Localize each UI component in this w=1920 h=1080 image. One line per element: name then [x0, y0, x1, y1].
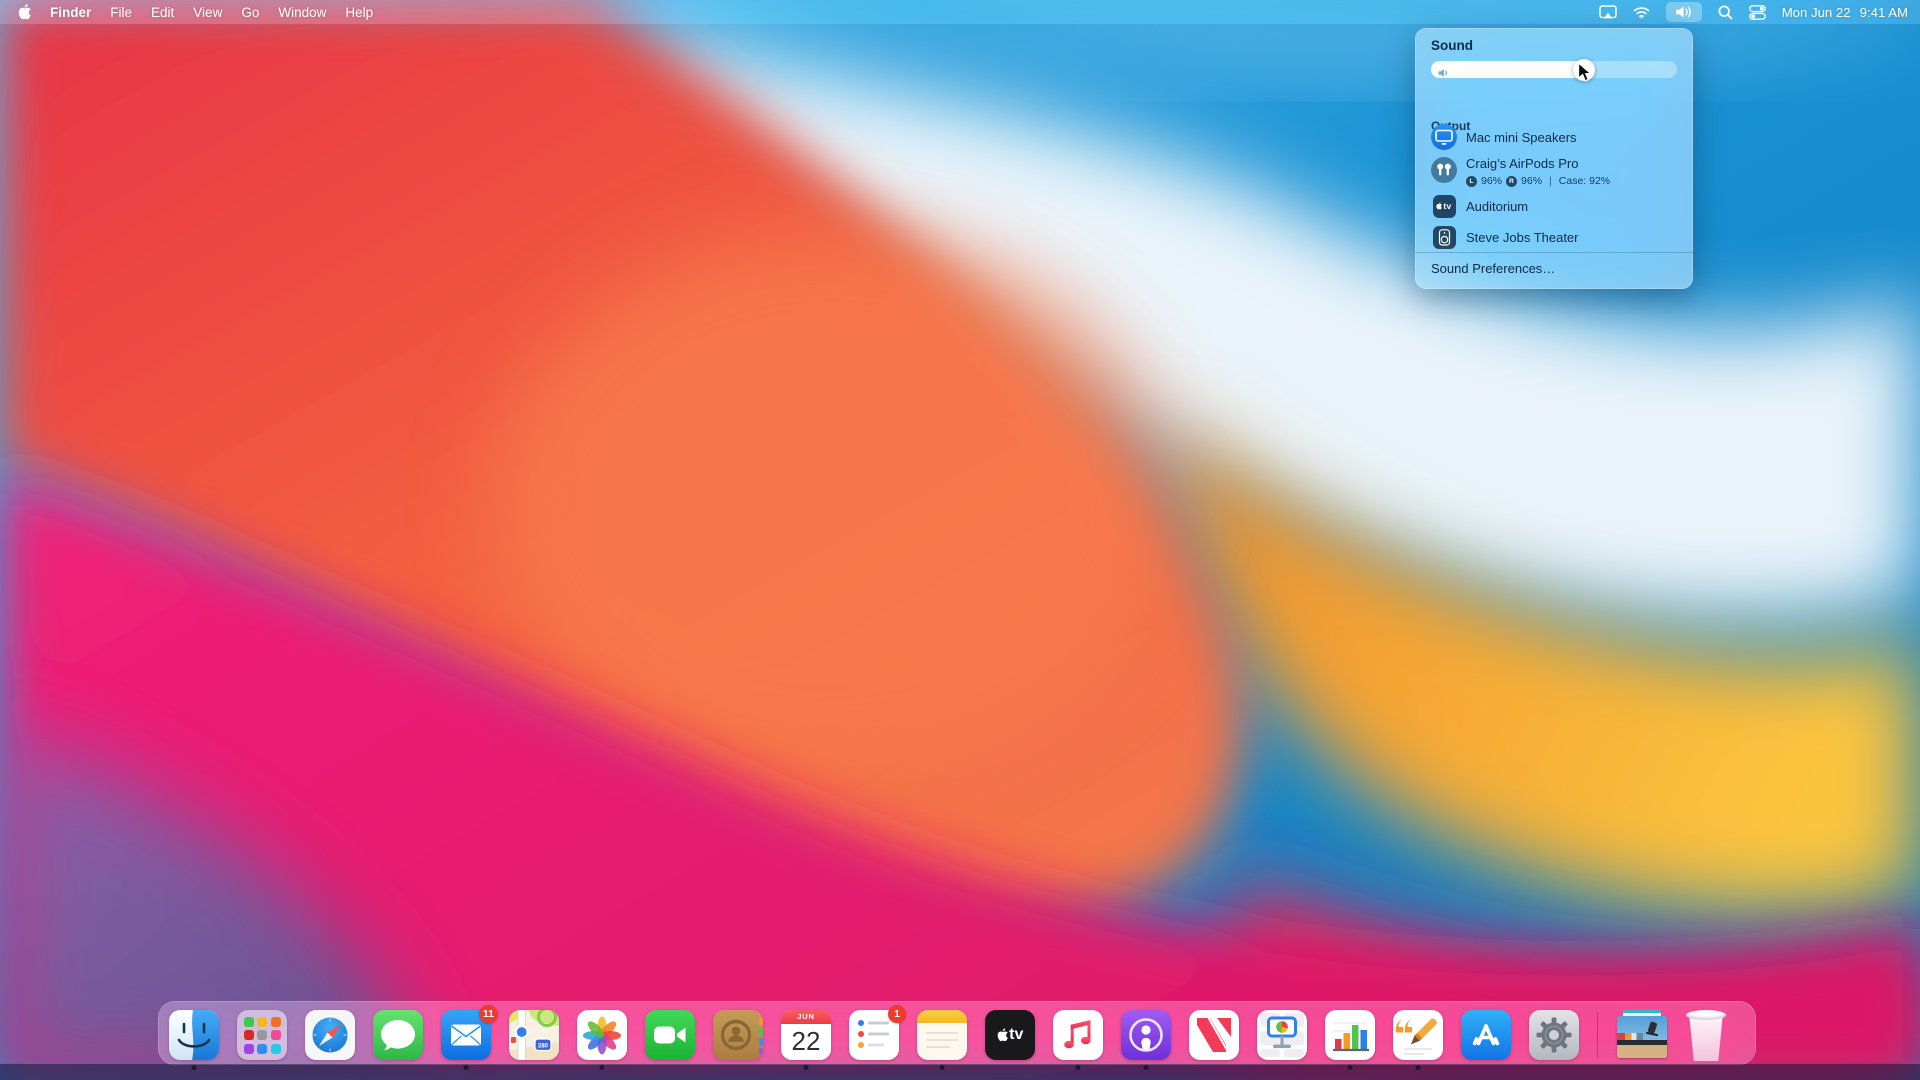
notification-badge: 11: [479, 1005, 498, 1023]
dock-icon-app-store[interactable]: [1461, 1010, 1511, 1060]
apple-tv-icon: tv: [1433, 195, 1456, 218]
mouse-cursor: [1577, 62, 1596, 88]
running-indicator: [1348, 1065, 1353, 1070]
dock-icon-mail[interactable]: 11: [441, 1010, 491, 1060]
dock-icon-keynote[interactable]: [1257, 1010, 1307, 1060]
running-indicator: [1076, 1065, 1081, 1070]
calendar-month: JUN: [781, 1010, 831, 1024]
dock-icon-news[interactable]: [1189, 1010, 1239, 1060]
menu-bar: Finder File Edit View Go Window Help: [0, 0, 1920, 24]
dock-icon-contacts[interactable]: [713, 1010, 763, 1060]
sound-preferences-link[interactable]: Sound Preferences…: [1431, 261, 1677, 276]
apple-menu-icon[interactable]: [18, 4, 31, 20]
menu-bar-clock[interactable]: Mon Jun 22 9:41 AM: [1782, 5, 1908, 20]
running-indicator: [804, 1065, 809, 1070]
device-name: Craig’s AirPods Pro: [1466, 156, 1578, 171]
device-name: Auditorium: [1466, 199, 1528, 214]
calendar-day: 22: [781, 1024, 831, 1060]
output-device-mac-mini-speakers[interactable]: Mac mini Speakers: [1431, 123, 1677, 151]
dock-icon-reminders[interactable]: 1: [849, 1010, 899, 1060]
running-indicator: [464, 1065, 469, 1070]
menu-item-go[interactable]: Go: [241, 5, 259, 20]
photo-thumbnail: [1617, 1016, 1667, 1058]
homepod-icon: [1433, 226, 1456, 249]
running-indicator: [600, 1065, 605, 1070]
wifi-icon[interactable]: [1633, 6, 1650, 19]
output-device-airpods[interactable]: Craig’s AirPods Pro L 96% R 96% | Case: …: [1431, 155, 1677, 189]
volume-slider[interactable]: [1431, 61, 1677, 78]
sound-panel-title: Sound: [1431, 38, 1677, 53]
battery-case-value: Case: 92%: [1559, 175, 1610, 187]
panel-divider: [1415, 252, 1693, 253]
airpods-icon: [1431, 157, 1457, 183]
dock-icon-pages[interactable]: [1393, 1010, 1443, 1060]
battery-left-value: 96%: [1481, 175, 1502, 187]
dock-icon-finder[interactable]: [169, 1010, 219, 1060]
menu-item-window[interactable]: Window: [278, 5, 326, 20]
dock-icon-tv[interactable]: tv: [985, 1010, 1035, 1060]
dock-icon-launchpad[interactable]: [237, 1010, 287, 1060]
dock-divider: [1597, 1012, 1598, 1058]
airpods-battery-status: L 96% R 96% | Case: 92%: [1466, 175, 1610, 187]
clock-date: Mon Jun 22: [1782, 5, 1851, 20]
trash-body: [1688, 1014, 1724, 1061]
clock-time: 9:41 AM: [1860, 5, 1908, 20]
battery-right-icon: R: [1506, 176, 1517, 187]
menu-item-view[interactable]: View: [193, 5, 222, 20]
dock-icon-facetime[interactable]: [645, 1010, 695, 1060]
battery-right-value: 96%: [1521, 175, 1542, 187]
dock-icon-music[interactable]: [1053, 1010, 1103, 1060]
output-device-auditorium[interactable]: tv Auditorium: [1431, 193, 1677, 219]
menu-item-help[interactable]: Help: [345, 5, 373, 20]
battery-separator: |: [1549, 175, 1552, 187]
notification-badge: 1: [888, 1005, 906, 1023]
running-indicator: [1144, 1065, 1149, 1070]
screen-mirroring-icon[interactable]: [1599, 5, 1617, 20]
dock-icon-trash[interactable]: [1686, 1010, 1726, 1062]
running-indicator: [940, 1065, 945, 1070]
dock-icon-calendar[interactable]: JUN 22: [781, 1010, 831, 1060]
dock-icon-safari[interactable]: [305, 1010, 355, 1060]
control-center-icon[interactable]: [1749, 5, 1766, 20]
volume-slider-fill: [1431, 61, 1584, 78]
desktop: Finder File Edit View Go Window Help: [0, 0, 1920, 1080]
display-speaker-icon: [1431, 124, 1457, 150]
dock-icon-photos[interactable]: [577, 1010, 627, 1060]
dock-icon-podcasts[interactable]: [1121, 1010, 1171, 1060]
dock-icon-messages[interactable]: [373, 1010, 423, 1060]
menu-item-finder[interactable]: Finder: [50, 5, 91, 20]
dock-item-photo-stack[interactable]: [1616, 1010, 1668, 1060]
tv-logo-text: tv: [1443, 201, 1451, 211]
dock-icon-notes[interactable]: [917, 1010, 967, 1060]
tv-logo-text: tv: [1009, 1026, 1023, 1044]
sound-panel: Sound Output Mac mini Speakers Craig’s A…: [1415, 28, 1693, 289]
dock-icon-maps[interactable]: 280: [509, 1010, 559, 1060]
slider-speaker-icon: [1438, 65, 1450, 83]
device-name: Steve Jobs Theater: [1466, 230, 1579, 245]
dock-icon-numbers[interactable]: [1325, 1010, 1375, 1060]
output-device-steve-jobs-theater[interactable]: Steve Jobs Theater: [1431, 224, 1677, 250]
running-indicator: [192, 1065, 197, 1070]
battery-left-icon: L: [1466, 176, 1477, 187]
menu-item-edit[interactable]: Edit: [151, 5, 174, 20]
dock-icon-system-preferences[interactable]: [1529, 1010, 1579, 1060]
trash-rim: [1686, 1010, 1726, 1020]
volume-menu-icon[interactable]: [1666, 2, 1702, 22]
running-indicator: [1416, 1065, 1421, 1070]
dock-items: 11 280: [169, 1010, 1726, 1062]
device-name: Mac mini Speakers: [1466, 130, 1577, 145]
svg-text:280: 280: [538, 1043, 549, 1049]
menu-item-file[interactable]: File: [110, 5, 132, 20]
spotlight-icon[interactable]: [1718, 5, 1733, 20]
bottom-letterbox: [0, 1064, 1920, 1080]
